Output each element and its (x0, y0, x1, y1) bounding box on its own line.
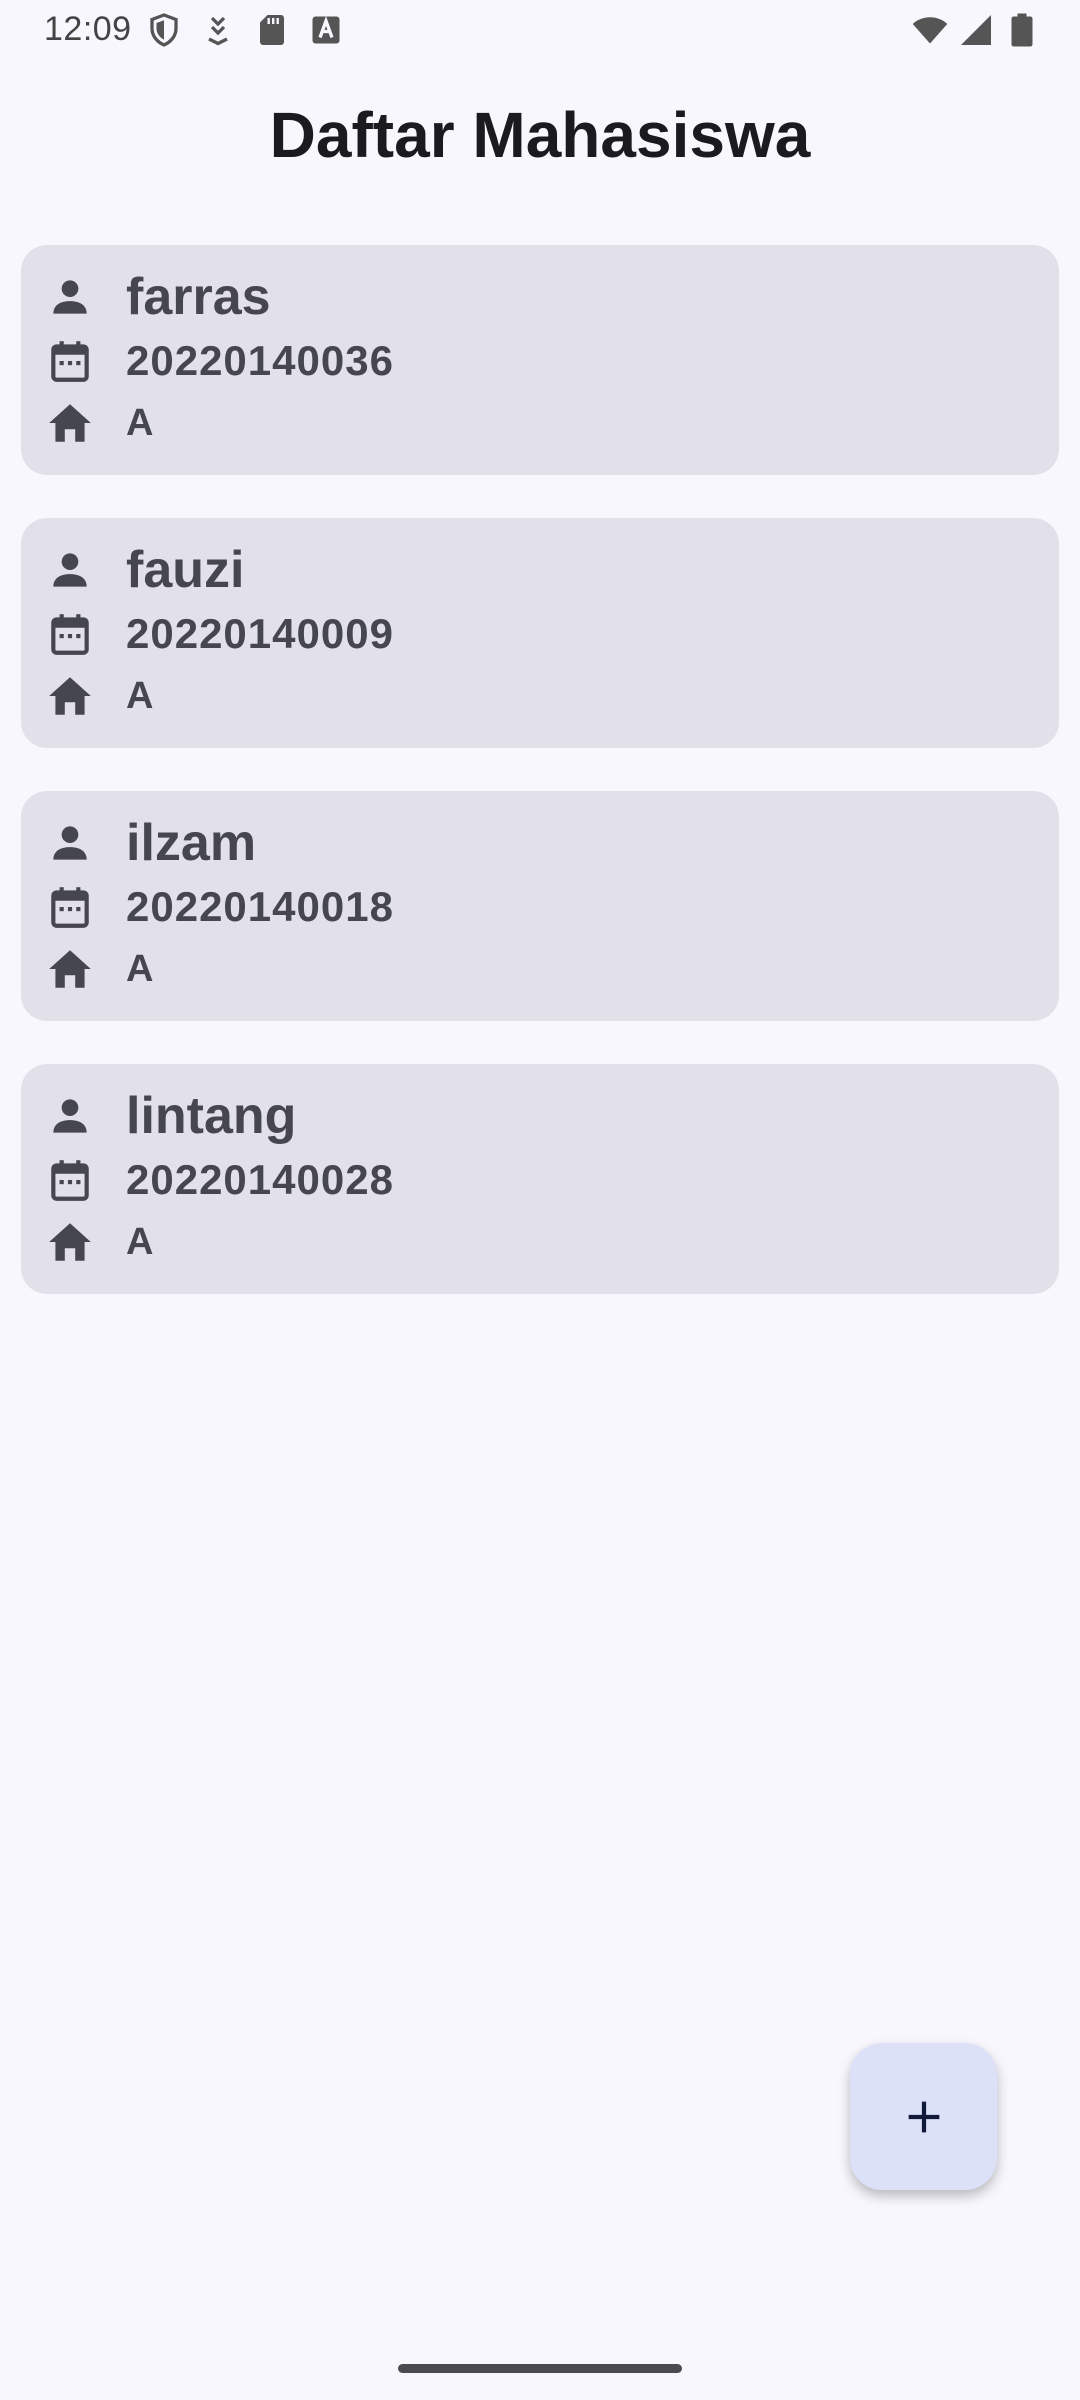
status-icons-right (912, 12, 1040, 48)
keyboard-a-icon (312, 16, 340, 44)
student-name: fauzi (126, 541, 245, 599)
home-icon (45, 398, 95, 448)
calendar-icon (45, 882, 95, 932)
student-class-row: A (45, 393, 153, 453)
person-icon (45, 818, 95, 868)
student-nim: 20220140009 (126, 610, 394, 657)
student-name-row: farras (45, 267, 271, 327)
student-name: farras (126, 268, 271, 326)
student-nim: 20220140028 (126, 1156, 394, 1203)
student-nim: 20220140018 (126, 883, 394, 930)
student-name: lintang (126, 1087, 297, 1145)
student-card[interactable]: lintang 20220140028 A (21, 1064, 1059, 1294)
signal-icon (961, 15, 991, 45)
home-icon (45, 944, 95, 994)
gesture-nav-handle[interactable] (398, 2364, 682, 2373)
status-bar: 12:09 (0, 0, 1080, 62)
student-card[interactable]: fauzi 20220140009 A (21, 518, 1059, 748)
student-nim-row: 20220140018 (45, 877, 394, 937)
shield-icon (150, 13, 178, 47)
student-class: A (126, 1220, 154, 1263)
student-class-row: A (45, 666, 153, 726)
student-card[interactable]: ilzam 20220140018 A (21, 791, 1059, 1021)
student-name-row: lintang (45, 1086, 296, 1146)
wifi-icon (912, 17, 948, 44)
person-icon (45, 272, 95, 322)
student-class: A (126, 947, 154, 990)
student-name: ilzam (126, 814, 257, 872)
calendar-icon (45, 1155, 95, 1205)
student-list: farras 20220140036 A fauzi 20220140009 A… (21, 245, 1059, 1337)
student-card[interactable]: farras 20220140036 A (21, 245, 1059, 475)
student-class: A (126, 401, 154, 444)
calendar-icon (45, 336, 95, 386)
page-title: Daftar Mahasiswa (269, 99, 811, 171)
student-nim-row: 20220140036 (45, 331, 394, 391)
student-nim: 20220140036 (126, 337, 394, 384)
home-icon (45, 1217, 95, 1267)
student-class: A (126, 674, 154, 717)
student-name-row: ilzam (45, 813, 256, 873)
home-icon (45, 671, 95, 721)
battery-icon (1011, 13, 1033, 47)
calendar-icon (45, 609, 95, 659)
person-icon (45, 545, 95, 595)
person-icon (45, 1091, 95, 1141)
status-time: 12:09 (44, 10, 132, 48)
status-icons-left (146, 12, 344, 48)
add-student-button[interactable] (850, 2043, 997, 2190)
student-class-row: A (45, 1212, 153, 1272)
student-class-row: A (45, 939, 153, 999)
plus-icon (908, 2101, 939, 2132)
student-nim-row: 20220140009 (45, 604, 394, 664)
sd-card-icon (260, 15, 284, 45)
download-icon (208, 16, 228, 46)
student-name-row: fauzi (45, 540, 244, 600)
student-nim-row: 20220140028 (45, 1150, 394, 1210)
